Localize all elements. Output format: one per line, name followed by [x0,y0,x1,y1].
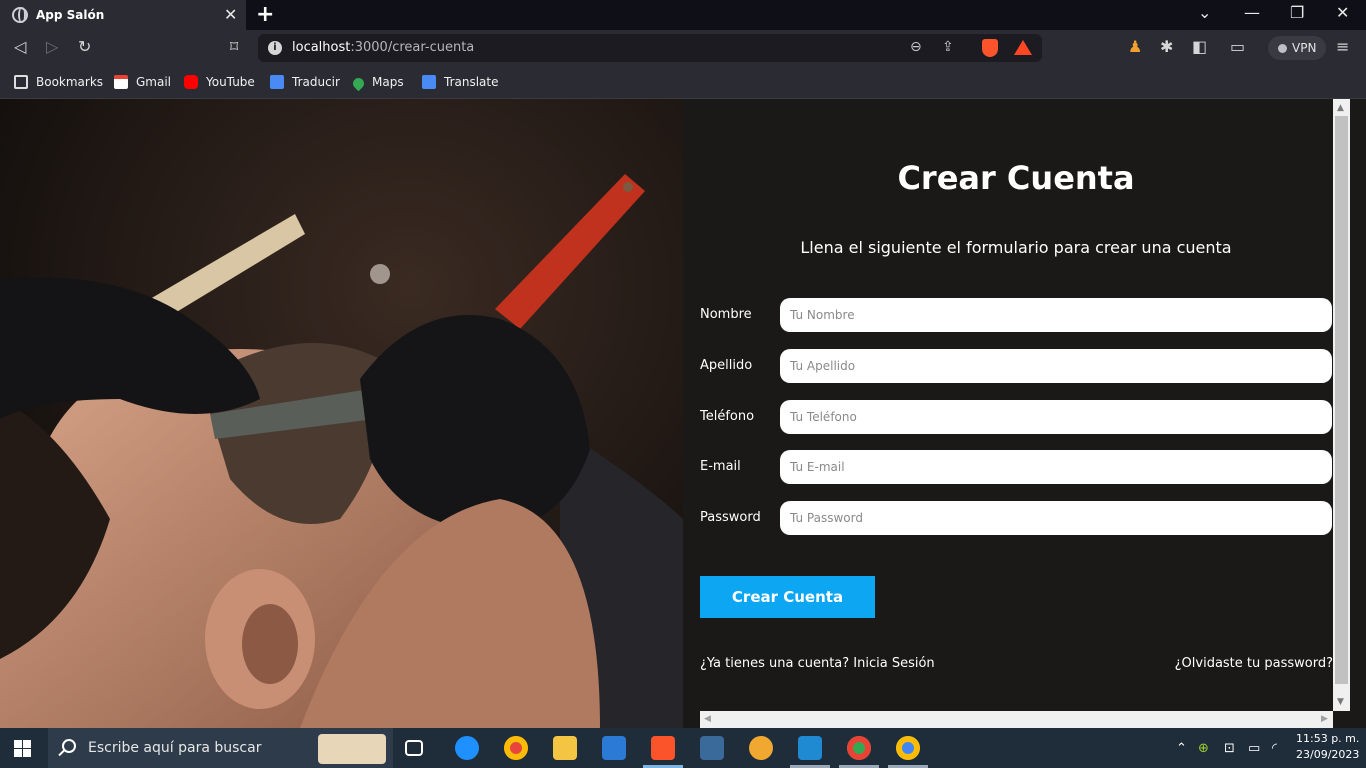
apellido-label: Apellido [700,358,753,373]
telefono-input[interactable] [780,400,1332,434]
page-title: Crear Cuenta [897,159,1135,197]
back-icon[interactable]: ◁ [14,37,26,56]
clock-time: 11:53 p. m. [1296,732,1360,745]
forgot-password-link[interactable]: ¿Olvidaste tu password? [1175,656,1333,671]
bookmarks-icon [14,75,28,89]
forward-icon[interactable]: ▷ [46,37,58,56]
tab-title: App Salón [36,8,105,22]
app-icon[interactable] [749,736,773,760]
scroll-right-icon[interactable]: ▶ [1321,714,1328,724]
restore-icon[interactable]: ❐ [1290,3,1304,22]
file-explorer-icon[interactable] [553,736,577,760]
youtube-icon [184,75,198,89]
task-view-icon[interactable] [405,740,423,756]
password-input[interactable] [780,501,1332,535]
bookmark-item-traducir[interactable]: Traducir [270,73,340,91]
reload-icon[interactable]: ↻ [78,37,91,56]
chrome-icon[interactable] [504,736,528,760]
zoom-icon[interactable]: ⊖ [910,39,922,55]
url-text[interactable]: localhost:3000/crear-cuenta [292,40,474,55]
battery-icon[interactable]: ▭ [1248,741,1260,756]
gmail-icon [114,75,128,89]
bookmark-item-gmail[interactable]: Gmail [114,73,171,91]
minimize-icon[interactable]: — [1244,3,1260,22]
extension-icon[interactable]: ♟ [1128,37,1142,56]
bookmark-page-icon[interactable]: ⌑ [230,37,238,56]
nombre-input[interactable] [780,298,1332,332]
mail-icon[interactable] [602,736,626,760]
signup-panel: Crear Cuenta Llena el siguiente el formu… [683,99,1333,711]
bookmarks-bar: Bookmarks Gmail YouTube Traducir Maps Tr… [0,66,1366,99]
horizontal-scrollbar[interactable]: ◀ ▶ [700,711,1333,728]
translate-icon [270,75,284,89]
browser-tab-strip: App Salón ✕ + ⌄ — ❐ ✕ [0,0,1366,30]
share-icon[interactable]: ⇪ [942,39,954,55]
maps-icon [350,75,367,92]
bookmark-item-maps[interactable]: Maps [350,73,404,92]
windows-taskbar: Escribe aquí para buscar ⌃ ⊕ ⊡ ▭ ◜ 11:53… [0,728,1366,768]
horizontal-scroll-thumb[interactable] [717,713,1316,726]
menu-icon[interactable]: ≡ [1336,37,1349,56]
page-content: Crear Cuenta Llena el siguiente el formu… [0,99,1366,728]
tray-device-icon[interactable]: ⊡ [1224,741,1235,756]
bookmark-item-bookmarks[interactable]: Bookmarks [14,73,103,91]
crear-cuenta-button[interactable]: Crear Cuenta [700,576,875,618]
globe-icon [12,7,28,23]
brave-browser-icon[interactable] [651,736,675,760]
vertical-scroll-thumb[interactable] [1335,116,1348,684]
edge-icon[interactable] [455,736,479,760]
browser-tab[interactable]: App Salón ✕ [0,0,246,30]
bookmark-item-youtube[interactable]: YouTube [184,73,255,91]
tray-app-icon[interactable]: ⊕ [1198,741,1209,756]
brave-shields-icon[interactable] [982,39,998,57]
wifi-icon[interactable]: ◜ [1272,741,1277,756]
clock-date: 23/09/2023 [1296,748,1360,761]
tab-search-chevron-icon[interactable]: ⌄ [1198,3,1211,22]
brave-rewards-icon[interactable] [1014,40,1032,55]
new-tab-icon[interactable]: + [256,2,274,27]
login-link[interactable]: ¿Ya tienes una cuenta? Inicia Sesión [700,656,935,671]
vpn-button[interactable]: VPN [1268,36,1326,60]
nombre-label: Nombre [700,307,752,322]
address-bar[interactable]: i localhost:3000/crear-cuenta ⊖ ⇪ [258,34,1042,62]
search-icon [62,739,76,753]
search-highlight-icon[interactable] [318,734,386,764]
page-subtitle: Llena el siguiente el formulario para cr… [800,238,1232,257]
chrome-profile-icon[interactable] [896,736,920,760]
browser-toolbar: ◁ ▷ ↻ ⌑ i localhost:3000/crear-cuenta ⊖ … [0,30,1366,66]
site-info-icon[interactable]: i [268,41,282,55]
barber-hero-image [0,99,683,728]
translate-icon [422,75,436,89]
password-label: Password [700,510,761,525]
tray-chevron-icon[interactable]: ⌃ [1176,741,1187,756]
taskbar-search-box[interactable]: Escribe aquí para buscar [48,728,393,768]
scroll-up-icon[interactable]: ▲ [1337,103,1344,113]
windows-start-icon[interactable] [14,740,31,757]
bookmark-item-translate[interactable]: Translate [422,73,499,91]
system-clock[interactable]: 11:53 p. m. 23/09/2023 [1296,731,1359,763]
vscode-icon[interactable] [798,736,822,760]
close-tab-icon[interactable]: ✕ [224,5,237,24]
telefono-label: Teléfono [700,409,755,424]
wallet-icon[interactable]: ▭ [1230,37,1245,56]
chrome-profile-icon[interactable] [847,736,871,760]
vertical-scrollbar[interactable]: ▲ ▼ [1333,99,1350,711]
mysql-workbench-icon[interactable] [700,736,724,760]
extensions-puzzle-icon[interactable]: ✱ [1160,37,1173,56]
sidebar-icon[interactable]: ◧ [1192,37,1207,56]
email-input[interactable] [780,450,1332,484]
close-window-icon[interactable]: ✕ [1336,3,1349,22]
email-label: E-mail [700,459,741,474]
scroll-left-icon[interactable]: ◀ [704,714,711,724]
taskbar-search-placeholder: Escribe aquí para buscar [88,740,262,756]
scroll-down-icon[interactable]: ▼ [1337,697,1344,707]
apellido-input[interactable] [780,349,1332,383]
